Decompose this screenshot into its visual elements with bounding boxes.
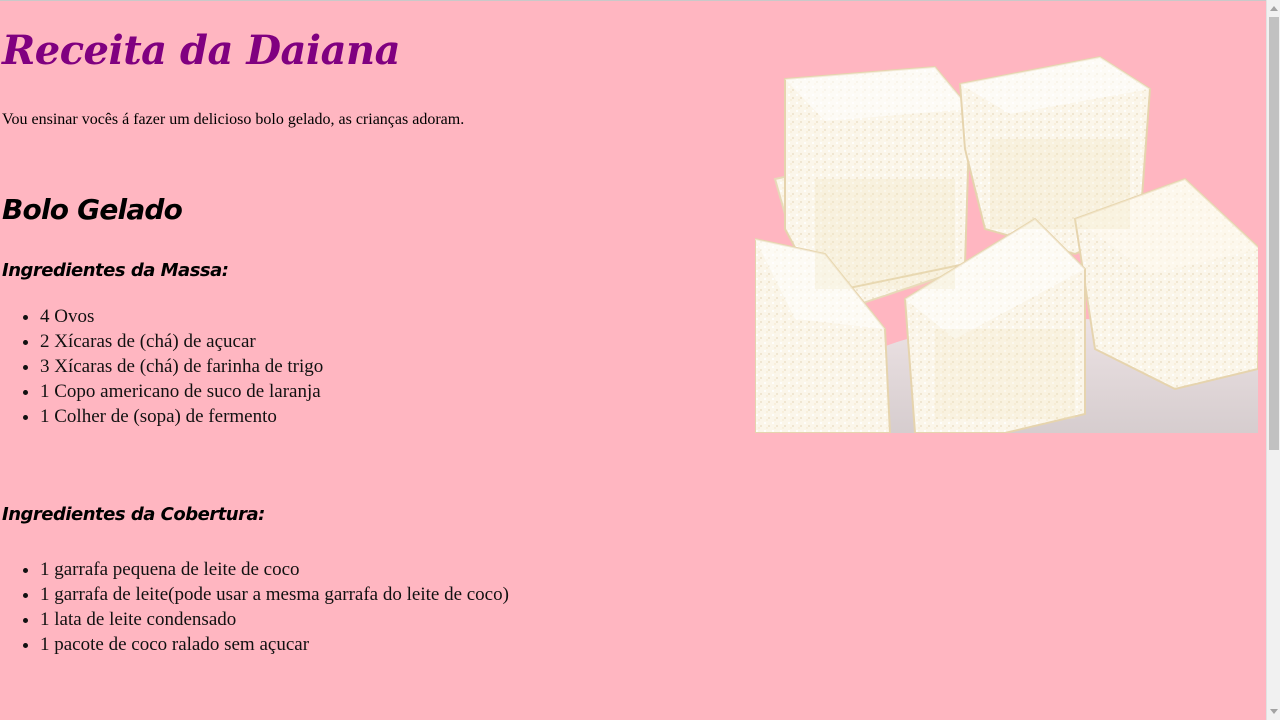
scroll-down-icon[interactable] (1267, 703, 1280, 720)
list-item: 1 garrafa de leite(pode usar a mesma gar… (40, 582, 509, 607)
scrollbar-thumb[interactable] (1269, 17, 1279, 450)
massa-heading: Ingredientes da Massa: (2, 260, 229, 281)
recipe-title: Bolo Gelado (2, 193, 183, 226)
cake-image-illustration (755, 55, 1258, 433)
scroll-up-icon[interactable] (1267, 0, 1280, 17)
cobertura-heading: Ingredientes da Cobertura: (2, 504, 265, 525)
page-title: Receita da Daiana (2, 27, 401, 74)
cobertura-ingredients-list: 1 garrafa pequena de leite de coco 1 gar… (0, 557, 509, 657)
vertical-scrollbar[interactable] (1266, 0, 1280, 720)
list-item: 1 Copo americano de suco de laranja (40, 379, 323, 404)
list-item: 4 Ovos (40, 304, 323, 329)
intro-text: Vou ensinar vocês á fazer um delicioso b… (2, 111, 465, 128)
bolo-gelado-photo (755, 29, 1258, 433)
list-item: 2 Xícaras de (chá) de açucar (40, 329, 323, 354)
list-item: 1 pacote de coco ralado sem açucar (40, 632, 509, 657)
page-body: Receita da Daiana Vou ensinar vocês á fa… (0, 0, 1266, 720)
list-item: 1 lata de leite condensado (40, 607, 509, 632)
list-item: 3 Xícaras de (chá) de farinha de trigo (40, 354, 323, 379)
massa-ingredients-list: 4 Ovos 2 Xícaras de (chá) de açucar 3 Xí… (0, 304, 323, 429)
list-item: 1 garrafa pequena de leite de coco (40, 557, 509, 582)
list-item: 1 Colher de (sopa) de fermento (40, 404, 323, 429)
